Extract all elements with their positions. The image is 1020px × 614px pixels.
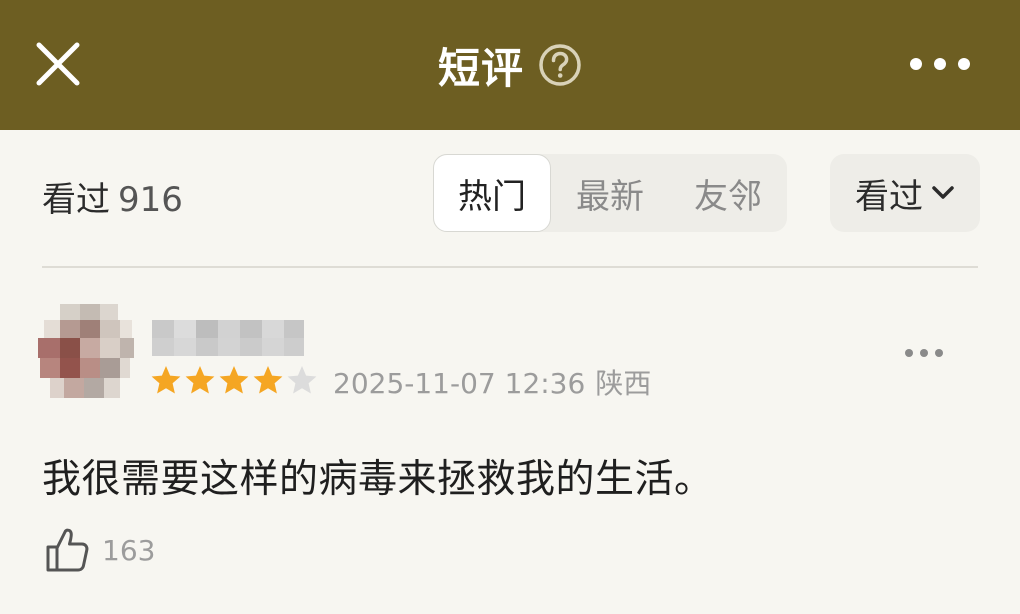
star-filled-icon: [253, 366, 283, 394]
star-rating: [150, 364, 318, 396]
top-bar: 短评: [0, 0, 1020, 130]
comment-meta: 2025-11-07 12:36 陕西: [333, 362, 651, 402]
more-horizontal-icon: [905, 349, 943, 357]
status-filter-dropdown[interactable]: 看过: [830, 154, 980, 232]
like-button[interactable]: 163: [44, 526, 155, 574]
tab-friends[interactable]: 友邻: [669, 154, 787, 232]
close-icon: [36, 42, 80, 86]
more-options-button[interactable]: [900, 40, 980, 88]
question-circle-icon: [539, 44, 581, 86]
seen-label: 看过: [42, 180, 110, 220]
star-filled-icon: [219, 366, 249, 394]
comment-location: 陕西: [595, 367, 652, 400]
thumbs-up-icon: [46, 528, 89, 572]
comment-item: 2025-11-07 12:36 陕西 我很需要这样的病毒来拯救我的生活。 163: [0, 268, 1020, 614]
chevron-down-icon: [932, 186, 954, 199]
title-group: 短评: [0, 0, 1020, 130]
comment-page: 短评 看过 916 热门 最新 友邻 看过 2025-11-07 12:36 陕…: [0, 0, 1020, 614]
filter-bar: 看过 916 热门 最新 友邻 看过: [0, 130, 1020, 255]
seen-number: 916: [118, 180, 183, 220]
star-filled-icon: [151, 366, 181, 394]
comment-body: 我很需要这样的病毒来拯救我的生活。: [42, 457, 714, 502]
blurred-username: [152, 320, 304, 356]
comment-date: 2025-11-07 12:36: [333, 367, 586, 400]
avatar-image: [34, 304, 134, 404]
close-button[interactable]: [22, 28, 94, 100]
star-empty-icon: [287, 366, 317, 394]
page-title: 短评: [437, 43, 524, 93]
status-filter-label: 看过: [855, 176, 923, 217]
help-button[interactable]: [538, 43, 582, 87]
more-horizontal-icon: [910, 58, 970, 70]
sort-tabs: 热门 最新 友邻: [433, 154, 787, 232]
tab-hot[interactable]: 热门: [433, 154, 551, 232]
comment-more-button[interactable]: [894, 336, 954, 370]
like-count: 163: [102, 533, 156, 567]
star-filled-icon: [185, 366, 215, 394]
tab-latest[interactable]: 最新: [551, 154, 669, 232]
avatar[interactable]: [34, 304, 134, 404]
username-blurred[interactable]: [152, 320, 304, 356]
seen-count: 看过 916: [42, 172, 183, 221]
